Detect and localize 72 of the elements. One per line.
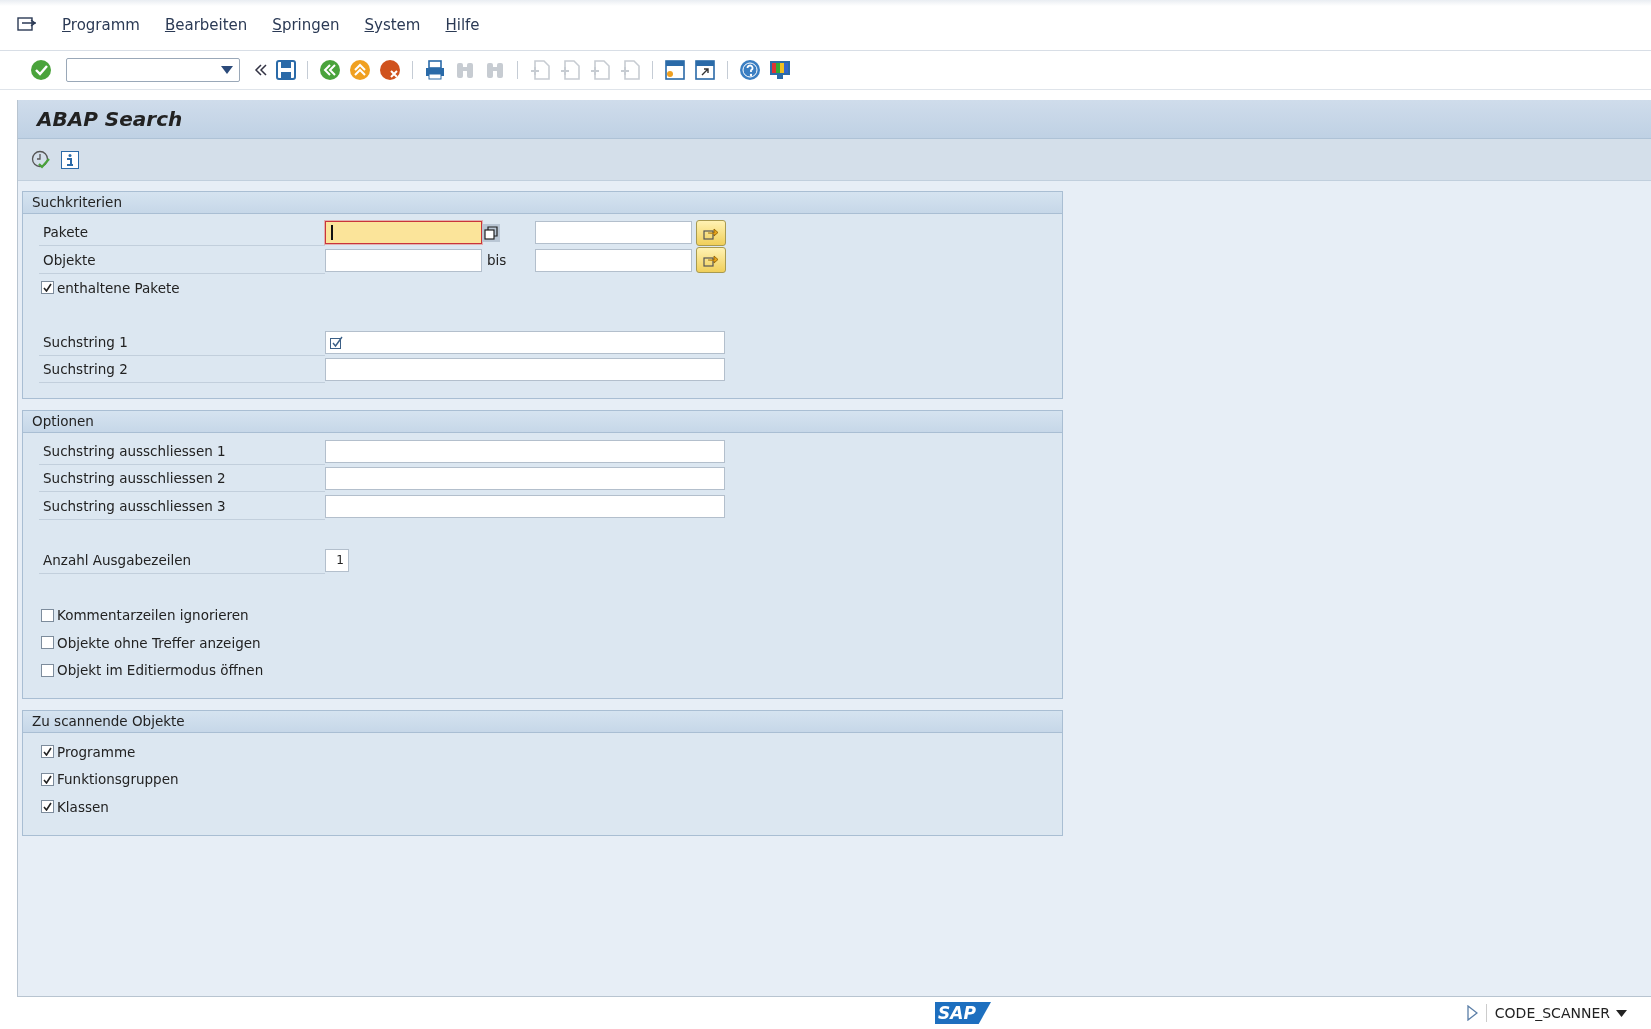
input-field[interactable]: 1 [325,549,349,573]
help-icon[interactable] [739,59,761,81]
menu-item[interactable]: System [364,14,421,36]
checkbox[interactable] [41,281,54,295]
field-label: Pakete [39,219,321,247]
checkbox-label: enthaltene Pakete [57,279,180,296]
double-left-icon[interactable] [254,63,268,77]
input-field[interactable] [325,248,482,272]
field-label: Suchstring ausschliessen 3 [39,492,321,520]
menu-item[interactable]: Bearbeiten [164,14,248,36]
range-label: bis [487,252,507,269]
group-header: Suchkriterien [23,192,1062,214]
shortcut-icon[interactable] [694,59,716,81]
input-field[interactable] [325,221,482,245]
input-field[interactable] [325,439,725,463]
field-label: Objekte [39,246,321,274]
group-header: Optionen [23,410,1062,433]
group-header: Zu scannende Objekte [23,711,1062,733]
dropdown-icon [1616,1009,1627,1017]
field-label: Suchstring 2 [39,356,321,384]
save-icon[interactable] [276,60,296,80]
clock-check-icon[interactable] [31,149,51,170]
print-icon[interactable] [424,59,446,81]
checkbox-label: Objekte ohne Treffer anzeigen [57,634,261,651]
menu-item[interactable]: Springen [272,14,340,36]
menu-icon[interactable] [17,16,37,34]
checkbox[interactable] [41,608,54,622]
checkbox[interactable] [41,800,54,814]
checkbox[interactable] [41,663,54,677]
checkmark-icon [43,802,52,812]
command-field[interactable] [66,58,240,82]
checkmark-icon [43,283,52,293]
multiple-selection-button[interactable] [696,247,726,274]
up-icon[interactable] [349,59,371,81]
checkbox[interactable] [41,772,54,786]
input-field[interactable] [325,358,725,382]
new-window-icon[interactable] [664,59,686,81]
arrow-icon [703,225,719,240]
expand-icon[interactable] [1466,1005,1478,1021]
arrow-icon [703,253,719,268]
input-field[interactable] [325,494,725,518]
input-field[interactable] [325,330,725,354]
back-icon[interactable] [319,59,341,81]
checkbox-label: Kommentarzeilen ignorieren [57,607,249,624]
sap-logo: SAP [935,1002,991,1024]
input-field[interactable] [325,467,725,491]
field-label: Suchstring 1 [39,328,321,356]
checkbox-label: Objekt im Editiermodus öffnen [57,662,264,679]
checkbox-label: Klassen [57,798,109,815]
checkmark-icon [43,747,52,757]
system-info-button[interactable]: CODE_SCANNER [1485,1004,1633,1022]
input-field[interactable] [535,248,692,272]
menu-item[interactable]: Hilfe [445,14,480,36]
multiple-selection-button[interactable] [696,219,726,246]
copy-icon[interactable] [482,223,500,242]
info-icon[interactable] [61,150,79,169]
dropdown-icon[interactable] [221,66,233,74]
checkbox-label: Programme [57,743,136,760]
check-icon[interactable] [30,59,52,81]
monitor-icon[interactable] [769,59,791,81]
checkbox[interactable] [41,636,54,650]
checkbox-icon [330,335,343,349]
field-label: Suchstring ausschliessen 2 [39,465,321,493]
input-field[interactable] [535,221,692,245]
cancel-icon[interactable] [379,59,401,81]
checkbox-label: Funktionsgruppen [57,771,179,788]
menu-item[interactable]: Programm [62,14,140,36]
field-label: Anzahl Ausgabezeilen [39,547,321,575]
screen-title: ABAP Search [18,100,1651,139]
field-label: Suchstring ausschliessen 1 [39,437,321,465]
checkmark-icon [43,774,52,784]
checkbox[interactable] [41,745,54,759]
